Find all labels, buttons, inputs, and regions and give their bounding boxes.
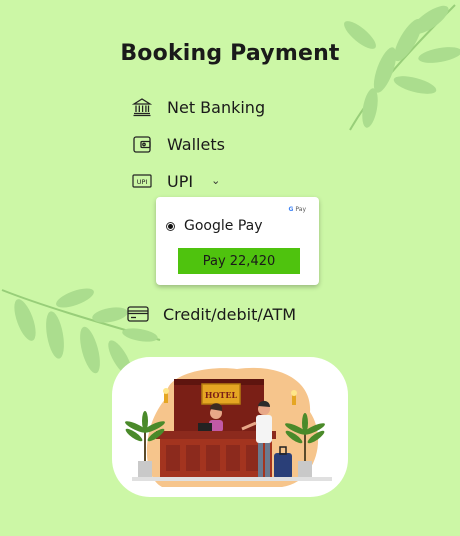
payment-option-wallets[interactable]: Wallets xyxy=(131,134,225,154)
google-pay-logo: G Pay xyxy=(288,206,306,213)
google-pay-option[interactable]: Google Pay xyxy=(166,218,263,234)
google-pay-radio[interactable] xyxy=(166,221,175,231)
leaves-decoration-top xyxy=(344,4,460,131)
upi-options-panel: G Pay Google Pay Pay 22,420 xyxy=(156,197,319,285)
net-banking-label: Net Banking xyxy=(167,97,266,117)
upi-icon-text: UPI xyxy=(137,178,148,186)
hotel-sign-text: HOTEL xyxy=(205,390,238,400)
google-pay-logo-text: Pay xyxy=(295,206,306,213)
chevron-down-icon[interactable]: ⌄ xyxy=(211,174,220,187)
upi-label: UPI xyxy=(167,171,194,191)
payment-option-net-banking[interactable]: Net Banking xyxy=(131,97,265,117)
hotel-reception-illustration: HOTEL xyxy=(112,357,348,497)
page-title: Booking Payment xyxy=(120,41,340,66)
payment-option-upi[interactable]: UPI UPI ⌄ xyxy=(131,171,220,191)
credit-card-icon xyxy=(127,304,149,324)
google-g-logo: G xyxy=(288,206,294,213)
bank-icon xyxy=(131,97,153,117)
pay-button[interactable]: Pay 22,420 xyxy=(178,248,300,274)
upi-icon: UPI xyxy=(131,171,153,191)
wallet-icon xyxy=(131,134,153,154)
wallets-label: Wallets xyxy=(167,134,225,154)
payment-option-card[interactable]: Credit/debit/ATM xyxy=(127,304,296,324)
google-pay-label: Google Pay xyxy=(184,218,263,234)
card-label: Credit/debit/ATM xyxy=(163,304,297,324)
